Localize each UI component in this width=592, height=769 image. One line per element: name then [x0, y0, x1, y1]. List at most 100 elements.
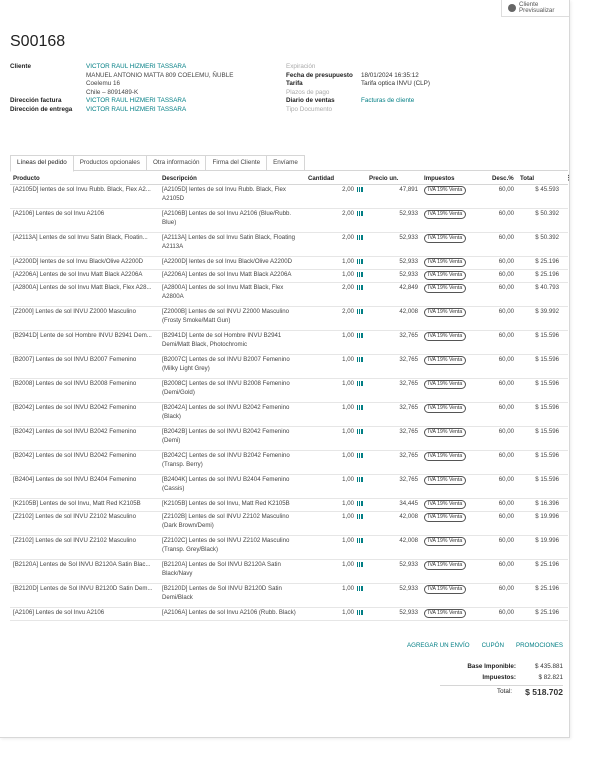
line-product[interactable]: [A2113A] Lentes de sol Invu Satin Black,… [10, 232, 159, 257]
line-product[interactable]: [B2008] Lentes de sol INVU B2008 Femenin… [10, 378, 159, 403]
line-quantity[interactable]: 1,00 [305, 256, 366, 270]
line-product[interactable]: [B2941D] Lente de sol Hombre INVU B2941 … [10, 330, 159, 355]
line-product[interactable]: [A2800A] Lentes de sol Invu Matt Black, … [10, 282, 159, 307]
line-taxes[interactable]: IVA 19% Venta [421, 330, 489, 355]
line-discount[interactable]: 60,00 [489, 559, 517, 584]
line-description[interactable]: [B2120A] Lentes de Sol INVU B2120A Satin… [159, 559, 305, 584]
line-discount[interactable]: 60,00 [489, 256, 517, 270]
line-description[interactable]: [Z2102B] Lentes de sol INVU Z2102 Mascul… [159, 511, 305, 536]
line-quantity[interactable]: 2,00 [305, 232, 366, 257]
forecast-chart-icon[interactable] [357, 477, 363, 482]
line-unit-price[interactable]: 32,765 [366, 354, 421, 379]
line-quantity[interactable]: 1,00 [305, 498, 366, 512]
line-taxes[interactable]: IVA 19% Venta [421, 607, 489, 621]
table-row[interactable]: [B2007] Lentes de sol INVU B2007 Femenin… [10, 354, 568, 379]
line-description[interactable]: [A2113A] Lentes de sol Invu Satin Black,… [159, 232, 305, 257]
forecast-chart-icon[interactable] [357, 562, 363, 567]
line-unit-price[interactable]: 52,933 [366, 208, 421, 233]
line-product[interactable]: [B2404] Lentes de sol INVU B2404 Femenin… [10, 474, 159, 499]
line-taxes[interactable]: IVA 19% Venta [421, 256, 489, 270]
line-unit-price[interactable]: 34,445 [366, 498, 421, 512]
forecast-chart-icon[interactable] [357, 333, 363, 338]
col-quantity[interactable]: Cantidad [305, 172, 366, 185]
line-product[interactable]: [A2106] Lentes de sol Invu A2106 [10, 607, 159, 621]
customer-link[interactable]: VICTOR RAUL HIZMERI TASSARA [86, 63, 186, 72]
forecast-chart-icon[interactable] [357, 610, 363, 615]
line-taxes[interactable]: IVA 19% Venta [421, 184, 489, 209]
line-taxes[interactable]: IVA 19% Venta [421, 498, 489, 512]
table-row[interactable]: [A2206A] Lentes de sol Invu Matt Black A… [10, 269, 568, 283]
line-unit-price[interactable]: 32,765 [366, 330, 421, 355]
table-row[interactable]: [B2120A] Lentes de Sol INVU B2120A Satin… [10, 559, 568, 584]
line-taxes[interactable]: IVA 19% Venta [421, 378, 489, 403]
line-quantity[interactable]: 2,00 [305, 282, 366, 307]
table-row[interactable]: [B2120D] Lentes de Sol INVU B2120D Satin… [10, 583, 568, 608]
line-description[interactable]: [B2007C] Lentes de sol INVU B2007 Femeni… [159, 354, 305, 379]
tab-other-info[interactable]: Otra información [145, 155, 207, 170]
line-description[interactable]: [K2105B] Lentes de sol Invu, Matt Red K2… [159, 498, 305, 512]
line-quantity[interactable]: 1,00 [305, 354, 366, 379]
line-discount[interactable]: 60,00 [489, 306, 517, 331]
line-quantity[interactable]: 1,00 [305, 583, 366, 608]
line-description[interactable]: [B2042A] Lentes de sol INVU B2042 Femeni… [159, 402, 305, 427]
line-description[interactable]: [B2120D] Lentes de Sol INVU B2120D Satin… [159, 583, 305, 608]
line-description[interactable]: [A2800A] Lentes de sol Invu Matt Black, … [159, 282, 305, 307]
line-unit-price[interactable]: 42,008 [366, 306, 421, 331]
line-unit-price[interactable]: 52,933 [366, 583, 421, 608]
line-quantity[interactable]: 1,00 [305, 535, 366, 560]
line-quantity[interactable]: 1,00 [305, 450, 366, 475]
line-unit-price[interactable]: 32,765 [366, 426, 421, 451]
line-taxes[interactable]: IVA 19% Venta [421, 559, 489, 584]
line-unit-price[interactable]: 52,933 [366, 559, 421, 584]
line-quantity[interactable]: 1,00 [305, 426, 366, 451]
line-taxes[interactable]: IVA 19% Venta [421, 426, 489, 451]
line-quantity[interactable]: 1,00 [305, 330, 366, 355]
sales-journal-link[interactable]: Facturas de cliente [361, 97, 414, 106]
line-discount[interactable]: 60,00 [489, 426, 517, 451]
line-quantity[interactable]: 2,00 [305, 184, 366, 209]
optional-columns-toggle[interactable]: ⋮ [562, 172, 572, 185]
table-row[interactable]: [B2042] Lentes de sol INVU B2042 Femenin… [10, 450, 568, 475]
table-row[interactable]: [Z2102] Lentes de sol INVU Z2102 Masculi… [10, 535, 568, 560]
table-row[interactable]: [K2105B] Lentes de sol Invu, Matt Red K2… [10, 498, 568, 512]
line-taxes[interactable]: IVA 19% Venta [421, 306, 489, 331]
forecast-chart-icon[interactable] [357, 285, 363, 290]
line-description[interactable]: [B2042C] Lentes de sol INVU B2042 Femeni… [159, 450, 305, 475]
line-quantity[interactable]: 1,00 [305, 402, 366, 427]
line-discount[interactable]: 60,00 [489, 583, 517, 608]
quote-date-value[interactable]: 18/01/2024 16:35:12 [361, 72, 419, 81]
table-row[interactable]: [B2941D] Lente de sol Hombre INVU B2941 … [10, 330, 568, 355]
table-row[interactable]: [Z2000] Lentes de sol INVU Z2000 Masculi… [10, 306, 568, 331]
forecast-chart-icon[interactable] [357, 538, 363, 543]
line-taxes[interactable]: IVA 19% Venta [421, 474, 489, 499]
line-product[interactable]: [K2105B] Lentes de sol Invu, Matt Red K2… [10, 498, 159, 512]
line-product[interactable]: [B2042] Lentes de sol INVU B2042 Femenin… [10, 402, 159, 427]
line-quantity[interactable]: 1,00 [305, 511, 366, 536]
line-product[interactable]: [B2042] Lentes de sol INVU B2042 Femenin… [10, 426, 159, 451]
line-taxes[interactable]: IVA 19% Venta [421, 232, 489, 257]
table-row[interactable]: [A2106] Lentes de sol Invu A2106 [A2106A]… [10, 607, 568, 621]
forecast-chart-icon[interactable] [357, 272, 363, 277]
line-taxes[interactable]: IVA 19% Venta [421, 354, 489, 379]
table-row[interactable]: [B2008] Lentes de sol INVU B2008 Femenin… [10, 378, 568, 403]
tab-optional-products[interactable]: Productos opcionales [72, 155, 147, 170]
col-description[interactable]: Descripción [159, 172, 305, 185]
forecast-chart-icon[interactable] [357, 453, 363, 458]
line-taxes[interactable]: IVA 19% Venta [421, 208, 489, 233]
line-description[interactable]: [A2200D] lentes de sol Invu Black/Olive … [159, 256, 305, 270]
forecast-chart-icon[interactable] [357, 405, 363, 410]
line-taxes[interactable]: IVA 19% Venta [421, 511, 489, 536]
line-discount[interactable]: 60,00 [489, 232, 517, 257]
table-row[interactable]: [A2113A] Lentes de sol Invu Satin Black,… [10, 232, 568, 257]
line-product[interactable]: [A2105D] lentes de sol Invu Rubb. Black,… [10, 184, 159, 209]
table-row[interactable]: [A2800A] Lentes de sol Invu Matt Black, … [10, 282, 568, 307]
promotions-button[interactable]: PROMOCIONES [516, 642, 563, 649]
table-row[interactable]: [A2200D] lentes de sol Invu Black/Olive … [10, 256, 568, 270]
line-product[interactable]: [A2106] Lentes de sol Invu A2106 [10, 208, 159, 233]
line-product[interactable]: [B2007] Lentes de sol INVU B2007 Femenin… [10, 354, 159, 379]
line-product[interactable]: [Z2102] Lentes de sol INVU Z2102 Masculi… [10, 535, 159, 560]
col-total[interactable]: Total [517, 172, 562, 185]
table-row[interactable]: [B2404] Lentes de sol INVU B2404 Femenin… [10, 474, 568, 499]
line-unit-price[interactable]: 47,891 [366, 184, 421, 209]
forecast-chart-icon[interactable] [357, 211, 363, 216]
